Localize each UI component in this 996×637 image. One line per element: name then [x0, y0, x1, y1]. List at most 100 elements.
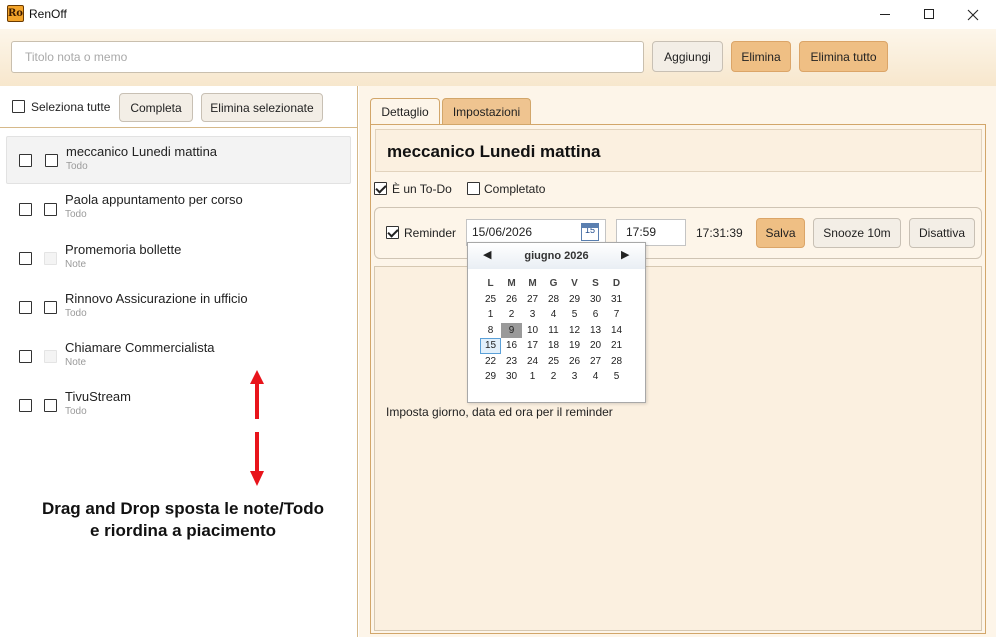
calendar-icon[interactable]: 15: [581, 223, 599, 241]
tab-impostazioni[interactable]: Impostazioni: [442, 98, 531, 124]
calendar-day[interactable]: 6: [585, 307, 606, 323]
list-item[interactable]: Chiamare Commercialista Note: [6, 333, 351, 381]
calendar-day[interactable]: 28: [543, 292, 564, 308]
detail-title: meccanico Lunedi mattina: [387, 142, 601, 161]
list-item[interactable]: Paola appuntamento per corso Todo: [6, 185, 351, 233]
list-item[interactable]: meccanico Lunedi mattina Todo: [6, 136, 351, 184]
disable-button[interactable]: Disattiva: [909, 218, 975, 248]
calendar-day[interactable]: 9: [501, 322, 522, 338]
item-select-checkbox[interactable]: [19, 350, 32, 363]
calendar-day[interactable]: 5: [564, 307, 585, 323]
calendar-day[interactable]: 3: [564, 369, 585, 385]
save-button[interactable]: Salva: [756, 218, 805, 248]
list-item[interactable]: Promemoria bollette Note: [6, 235, 351, 283]
calendar-day[interactable]: 21: [606, 338, 627, 354]
calendar-weekday: M: [507, 278, 516, 289]
calendar-day[interactable]: 2: [501, 307, 522, 323]
calendar-day[interactable]: 28: [606, 354, 627, 370]
item-select-checkbox[interactable]: [19, 301, 32, 314]
note-body-area[interactable]: Imposta giorno, data ed ora per il remin…: [374, 266, 982, 631]
delete-selected-button[interactable]: Elimina selezionate: [201, 93, 323, 122]
item-done-checkbox[interactable]: [44, 301, 57, 314]
calendar-day[interactable]: 19: [564, 338, 585, 354]
calendar-day[interactable]: 16: [501, 338, 522, 354]
item-select-checkbox[interactable]: [19, 252, 32, 265]
calendar-day[interactable]: 12: [564, 323, 585, 339]
calendar-day[interactable]: 27: [585, 354, 606, 370]
maximize-button[interactable]: [906, 0, 952, 29]
calendar-day[interactable]: 27: [522, 292, 543, 308]
calendar-weekday: V: [571, 278, 578, 289]
calendar-day[interactable]: 1: [480, 307, 501, 323]
calendar-weekday: G: [549, 278, 558, 289]
completed-checkbox[interactable]: [467, 182, 480, 195]
reminder-label: Reminder: [404, 226, 457, 240]
completed-label: Completato: [484, 182, 546, 196]
calendar-day[interactable]: 30: [585, 292, 606, 308]
reminder-checkbox[interactable]: [386, 226, 399, 239]
close-icon: [967, 9, 979, 20]
note-title-input[interactable]: [11, 41, 644, 73]
item-select-checkbox[interactable]: [19, 399, 32, 412]
calendar-day[interactable]: 11: [543, 323, 564, 339]
calendar-day[interactable]: 25: [543, 354, 564, 370]
calendar-day[interactable]: 18: [543, 338, 564, 354]
calendar-day[interactable]: 4: [585, 369, 606, 385]
calendar-day[interactable]: 7: [606, 307, 627, 323]
calendar-popup: ◀ giugno 2026 ▶ L M M G V S D 25 26 27 28 29 30 31 1 2 3…: [467, 242, 646, 403]
date-value: 15/06/2026: [472, 225, 533, 239]
calendar-day[interactable]: 26: [501, 292, 522, 308]
select-all-label: Seleziona tutte: [31, 100, 111, 114]
item-select-checkbox[interactable]: [19, 203, 32, 216]
list-toolbar: Seleziona tutte Completa Elimina selezio…: [0, 86, 357, 128]
detail-title-box: meccanico Lunedi mattina: [375, 129, 982, 172]
calendar-day[interactable]: 14: [606, 323, 627, 339]
calendar-day[interactable]: 29: [564, 292, 585, 308]
item-title: TivuStream: [65, 389, 131, 404]
list-item[interactable]: TivuStream Todo: [6, 382, 351, 430]
calendar-day[interactable]: 31: [606, 292, 627, 308]
calendar-day[interactable]: 22: [480, 354, 501, 370]
add-button[interactable]: Aggiungi: [652, 41, 723, 72]
minimize-icon: [879, 14, 890, 15]
calendar-day[interactable]: 15: [480, 338, 501, 354]
minimize-button[interactable]: [862, 0, 908, 29]
item-title: Rinnovo Assicurazione in ufficio: [65, 291, 248, 306]
calendar-day[interactable]: 8: [480, 323, 501, 339]
tab-dettaglio[interactable]: Dettaglio: [370, 98, 440, 124]
snooze-button[interactable]: Snooze 10m: [813, 218, 901, 248]
item-done-checkbox[interactable]: [44, 203, 57, 216]
delete-button[interactable]: Elimina: [731, 41, 791, 72]
calendar-day[interactable]: 13: [585, 323, 606, 339]
calendar-day[interactable]: 4: [543, 307, 564, 323]
calendar-day[interactable]: 10: [522, 323, 543, 339]
complete-button[interactable]: Completa: [119, 93, 193, 122]
calendar-day[interactable]: 24: [522, 354, 543, 370]
item-title: Paola appuntamento per corso: [65, 192, 243, 207]
calendar-day[interactable]: 3: [522, 307, 543, 323]
calendar-day[interactable]: 25: [480, 292, 501, 308]
calendar-day[interactable]: 20: [585, 338, 606, 354]
calendar-day[interactable]: 5: [606, 369, 627, 385]
next-month-icon[interactable]: ▶: [621, 248, 629, 261]
select-all-checkbox[interactable]: [12, 100, 25, 113]
calendar-day[interactable]: 1: [522, 369, 543, 385]
window-title: RenOff: [29, 7, 67, 21]
calendar-day[interactable]: 26: [564, 354, 585, 370]
close-button[interactable]: [950, 0, 996, 29]
delete-all-button[interactable]: Elimina tutto: [799, 41, 888, 72]
title-bar: Ro RenOff: [0, 0, 996, 29]
current-time: 17:31:39: [696, 226, 743, 240]
calendar-weekday: D: [612, 278, 621, 289]
calendar-day[interactable]: 2: [543, 369, 564, 385]
item-done-checkbox[interactable]: [44, 399, 57, 412]
item-done-checkbox[interactable]: [45, 154, 58, 167]
item-select-checkbox[interactable]: [19, 154, 32, 167]
calendar-day[interactable]: 17: [522, 338, 543, 354]
calendar-day[interactable]: 30: [501, 369, 522, 385]
list-item[interactable]: Rinnovo Assicurazione in ufficio Todo: [6, 284, 351, 332]
item-kind: Note: [65, 259, 87, 270]
is-todo-checkbox[interactable]: [374, 182, 387, 195]
calendar-day[interactable]: 23: [501, 354, 522, 370]
calendar-day[interactable]: 29: [480, 369, 501, 385]
